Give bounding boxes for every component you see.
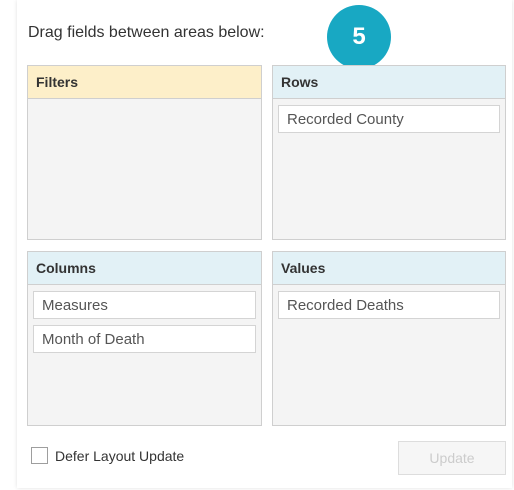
filters-area[interactable]: Filters	[27, 65, 262, 240]
defer-layout-checkbox[interactable]	[31, 447, 48, 464]
columns-area[interactable]: Columns Measures Month of Death	[27, 251, 262, 426]
field-month-of-death[interactable]: Month of Death	[33, 325, 256, 353]
drag-instruction: Drag fields between areas below:	[28, 24, 265, 41]
rows-area[interactable]: Rows Recorded County	[272, 65, 506, 240]
rows-area-title: Rows	[273, 66, 505, 99]
values-area-title: Values	[273, 252, 505, 285]
field-measures[interactable]: Measures	[33, 291, 256, 319]
values-area[interactable]: Values Recorded Deaths	[272, 251, 506, 426]
update-button[interactable]: Update	[398, 441, 506, 475]
step-number-badge: 5	[327, 5, 391, 69]
field-recorded-county[interactable]: Recorded County	[278, 105, 500, 133]
filters-area-title: Filters	[28, 66, 261, 99]
field-recorded-deaths[interactable]: Recorded Deaths	[278, 291, 500, 319]
defer-layout-label: Defer Layout Update	[55, 447, 185, 464]
columns-area-title: Columns	[28, 252, 261, 285]
defer-layout-update[interactable]: Defer Layout Update	[31, 447, 184, 464]
